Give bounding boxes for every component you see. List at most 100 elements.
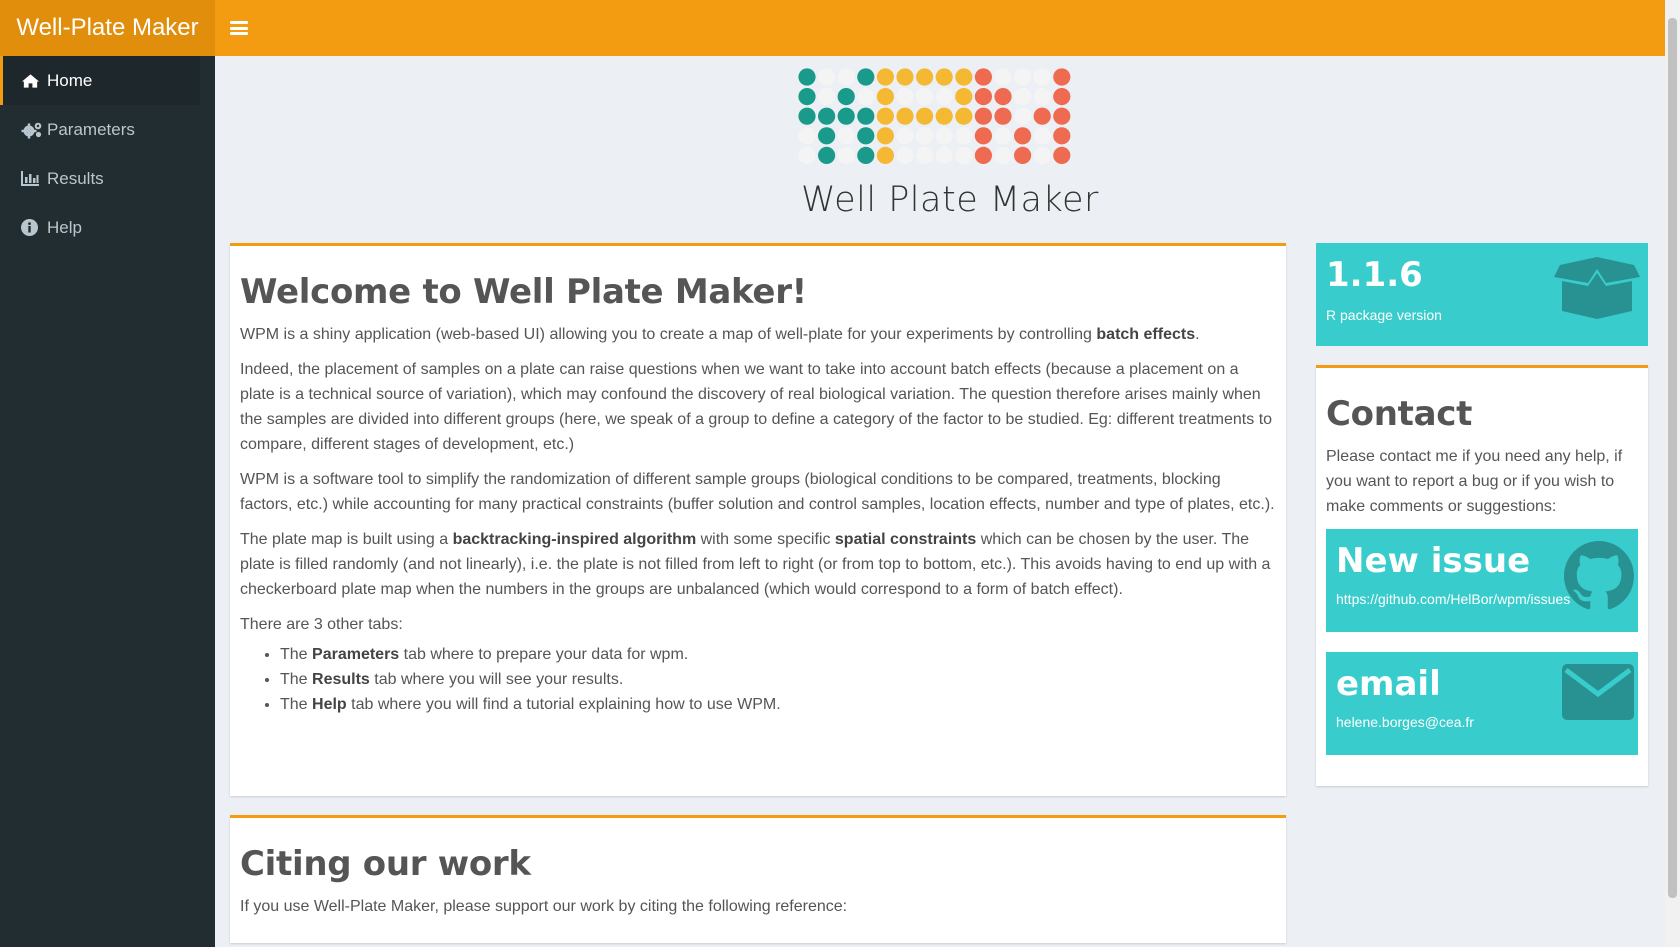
plate-well [916,127,934,145]
sidebar-item-label: Help [47,217,82,237]
github-icon [1564,541,1634,616]
citing-box: Citing our work If you use Well-Plate Ma… [230,815,1286,943]
plate-well [896,146,914,164]
plate-grid-graphic [798,68,1071,164]
plate-well [857,68,875,86]
plate-well [837,88,855,106]
welcome-box: Welcome to Well Plate Maker! WPM is a sh… [230,243,1286,796]
plate-well [876,146,894,164]
plate-well [916,146,934,164]
sidebar-item-label: Results [47,168,104,188]
page-scrollbar[interactable] [1665,0,1680,947]
package-icon [1554,255,1640,324]
plate-well [955,88,973,106]
plate-well [837,68,855,86]
plate-well [798,88,816,106]
plate-well [818,107,836,125]
plate-well [974,68,992,86]
plate-well [1014,127,1032,145]
plate-well [876,88,894,106]
tabs-list: The Parameters tab where to prepare your… [280,642,1276,717]
sidebar-item-help[interactable]: Help [0,203,215,252]
plate-well [974,107,992,125]
new-issue-box[interactable]: New issue https://github.com/HelBor/wpm/… [1326,529,1638,632]
plate-well [1014,146,1032,164]
contact-box: Contact Please contact me if you need an… [1316,365,1648,786]
plate-well [798,127,816,145]
home-icon [21,73,45,89]
plate-well [818,68,836,86]
envelope-icon [1562,664,1634,725]
plate-well [994,107,1012,125]
plate-well [974,127,992,145]
plate-well [798,68,816,86]
plate-well [935,146,953,164]
contact-text: Please contact me if you need any help, … [1326,448,1623,515]
plate-well [935,107,953,125]
plate-well [857,107,875,125]
sidebar-item-label: Home [47,70,93,90]
plate-well [955,127,973,145]
contact-title: Contact [1326,394,1473,434]
welcome-batch-effects-paragraph: Indeed, the placement of samples on a pl… [240,361,1273,453]
hamburger-icon [230,21,248,35]
plate-well [994,146,1012,164]
plate-well [994,68,1012,86]
plate-well [1014,88,1032,106]
plate-well [837,127,855,145]
plate-well [1053,146,1071,164]
plate-well [896,68,914,86]
cite-title: Citing our work [240,844,531,884]
cite-text: If you use Well-Plate Maker, please supp… [240,898,848,915]
main-content: Well Plate Maker Welcome to Well Plate M… [215,56,1665,947]
bar-chart-icon [21,171,45,186]
plate-well [955,107,973,125]
plate-well [896,107,914,125]
sidebar-item-parameters[interactable]: Parameters [0,105,215,154]
plate-well [876,127,894,145]
plate-well [857,88,875,106]
plate-well [857,146,875,164]
plate-well [818,146,836,164]
plate-well [935,127,953,145]
list-item: The Results tab where you will see your … [280,667,1276,692]
plate-well [1033,88,1051,106]
plate-well [955,68,973,86]
plate-well [994,88,1012,106]
welcome-intro: WPM is a shiny application (web-based UI… [240,326,1200,343]
plate-well [974,88,992,106]
welcome-title: Welcome to Well Plate Maker! [240,272,807,312]
plate-well [916,68,934,86]
logo-text: Well Plate Maker [801,180,1099,220]
plate-well [1033,127,1051,145]
scrollbar-thumb[interactable] [1668,18,1677,898]
plate-well [1053,107,1071,125]
info-circle-icon [21,219,45,236]
plate-well [837,107,855,125]
plate-well [896,88,914,106]
sidebar-item-label: Parameters [47,119,135,139]
plate-well [876,107,894,125]
gears-icon [21,121,45,139]
plate-well [1053,127,1071,145]
list-item: The Help tab where you will find a tutor… [280,692,1276,717]
well-plate-maker-logo: Well Plate Maker [790,68,1110,220]
plate-well [1033,68,1051,86]
sidebar-item-home[interactable]: Home [0,56,200,105]
main-header: Well-Plate Maker [0,0,1665,56]
brand-logo[interactable]: Well-Plate Maker [0,0,215,56]
plate-well [935,88,953,106]
plate-well [916,88,934,106]
welcome-algorithm-paragraph: The plate map is built using a backtrack… [240,531,1271,598]
sidebar: Home Parameters Results Help [0,56,215,947]
plate-well [857,127,875,145]
email-box[interactable]: email helene.borges@cea.fr [1326,652,1638,755]
plate-well [818,88,836,106]
plate-well [1053,88,1071,106]
plate-well [1033,146,1051,164]
plate-well [1053,68,1071,86]
sidebar-toggle-button[interactable] [215,0,263,56]
welcome-randomization-paragraph: WPM is a software tool to simplify the r… [240,471,1275,513]
plate-well [1033,107,1051,125]
sidebar-item-results[interactable]: Results [0,154,215,203]
